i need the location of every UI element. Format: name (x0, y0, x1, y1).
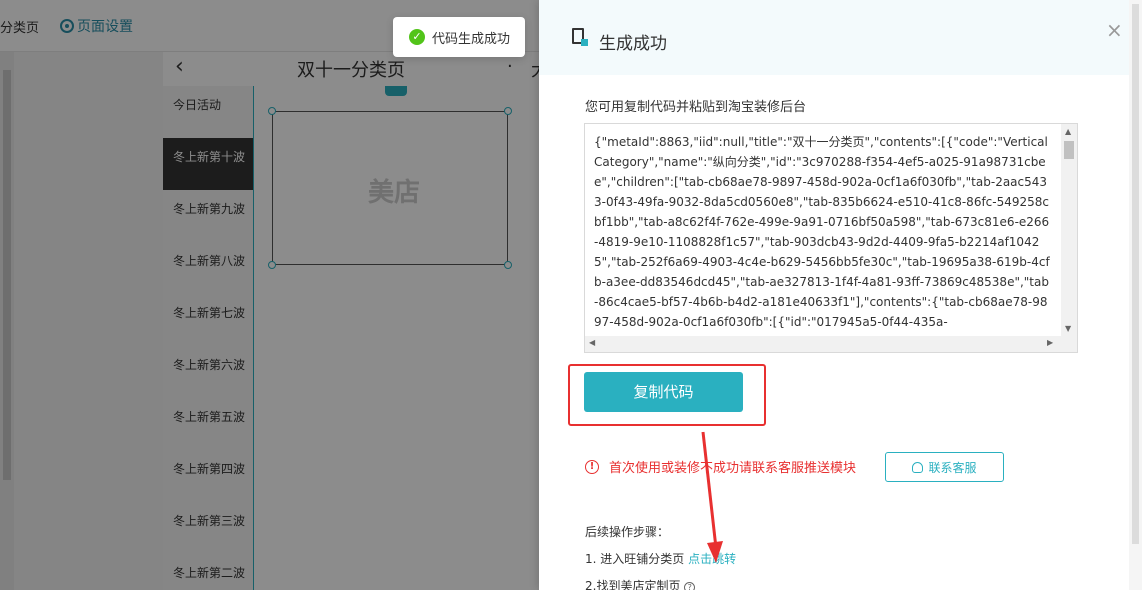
code-vertical-scrollbar[interactable]: ▲ ▼ (1061, 124, 1077, 336)
drawer-scrollbar[interactable] (1129, 0, 1142, 590)
drawer-title: 生成成功 (599, 34, 667, 54)
check-icon: ✓ (409, 29, 425, 45)
scroll-right-icon[interactable]: ▶ (1047, 338, 1053, 347)
document-icon (572, 28, 588, 46)
code-textarea[interactable]: {"metaId":8863,"iid":null,"title":"双十一分类… (584, 123, 1078, 353)
drawer-subtitle: 您可用复制代码并粘贴到淘宝装修后台 (585, 100, 807, 115)
contact-support-label: 联系客服 (928, 460, 977, 475)
warning-icon: ! (585, 459, 599, 474)
copy-code-button[interactable]: 复制代码 (584, 372, 743, 412)
toast-message: 代码生成成功 (432, 31, 511, 47)
modal-overlay[interactable] (0, 0, 539, 590)
scrollbar-thumb[interactable] (1064, 141, 1074, 159)
close-icon[interactable]: × (1106, 18, 1123, 42)
scroll-up-icon[interactable]: ▲ (1065, 127, 1071, 136)
drawer-header: 生成成功 × (539, 0, 1142, 75)
code-horizontal-scrollbar[interactable]: ◀ ▶ (585, 336, 1077, 352)
headset-icon (912, 461, 924, 473)
contact-support-button[interactable]: 联系客服 (885, 452, 1004, 482)
warning-text: 首次使用或装修不成功请联系客服推送模块 (609, 461, 857, 476)
jump-link[interactable]: 点击跳转 (688, 552, 736, 566)
success-toast: ✓ 代码生成成功 (393, 17, 525, 57)
step-2-text: 2.找到美店定制页 (585, 579, 685, 590)
steps-title: 后续操作步骤： (585, 525, 670, 539)
scrollbar-thumb[interactable] (1132, 4, 1139, 544)
code-content[interactable]: {"metaId":8863,"iid":null,"title":"双十一分类… (594, 132, 1052, 334)
step-1: 1. 进入旺铺分类页 点击跳转 (585, 550, 736, 567)
result-drawer: 生成成功 × 您可用复制代码并粘贴到淘宝装修后台 {"metaId":8863,… (539, 0, 1142, 590)
step-2: 2.找到美店定制页 ? (585, 577, 696, 590)
scroll-left-icon[interactable]: ◀ (589, 338, 595, 347)
warning-message: ! 首次使用或装修不成功请联系客服推送模块 (585, 457, 856, 476)
help-icon[interactable]: ? (684, 582, 696, 590)
scroll-down-icon[interactable]: ▼ (1065, 324, 1071, 333)
step-1-text: 1. 进入旺铺分类页 (585, 552, 689, 566)
